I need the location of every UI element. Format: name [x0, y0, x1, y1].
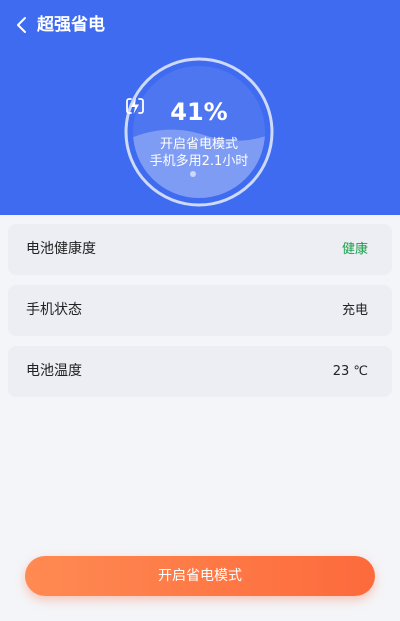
battery-health-value: 健康 — [341, 242, 368, 257]
battery-gauge-ring — [124, 57, 274, 207]
battery-health-label: 电池健康度 — [26, 241, 96, 257]
battery-temperature-card: 电池温度 23 ℃ — [8, 346, 392, 397]
back-button[interactable] — [10, 11, 34, 39]
chevron-left-icon — [17, 17, 26, 33]
extra-hours-text: 手机多用2.1小时 — [149, 154, 249, 169]
page-title: 超强省电 — [37, 15, 105, 35]
phone-status-card: 手机状态 充电 — [8, 285, 392, 336]
phone-status-value: 充电 — [341, 303, 368, 318]
battery-charging-icon — [126, 98, 144, 114]
battery-health-card: 电池健康度 健康 — [8, 224, 392, 275]
battery-temperature-label: 电池温度 — [26, 363, 82, 379]
battery-temperature-value: 23 ℃ — [332, 364, 368, 379]
header-bar: 超强省电 41% 开启省电模式 手机多用2.1小时 — [0, 0, 400, 215]
battery-gauge: 41% 开启省电模式 手机多用2.1小时 — [124, 57, 274, 207]
battery-percent: 41% — [170, 98, 228, 126]
phone-status-label: 手机状态 — [26, 302, 82, 318]
gauge-indicator-dot — [190, 171, 196, 177]
enable-power-saving-button[interactable]: 开启省电模式 — [25, 556, 375, 596]
power-mode-text: 开启省电模式 — [159, 137, 238, 152]
